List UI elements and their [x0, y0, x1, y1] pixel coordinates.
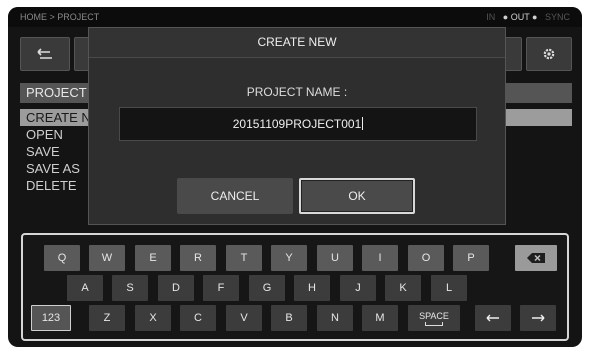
key-u[interactable]: U — [317, 245, 353, 271]
cancel-button[interactable]: CANCEL — [177, 178, 293, 214]
key-h[interactable]: H — [294, 275, 330, 301]
status-bar: HOME > PROJECT IN ● OUT ● SYNC — [8, 7, 582, 27]
in-indicator: IN — [486, 12, 496, 22]
dialog-title: CREATE NEW — [89, 28, 505, 58]
io-indicators: IN ● OUT ● SYNC — [486, 7, 570, 27]
arrow-right-icon — [532, 314, 545, 322]
space-bar-icon — [425, 321, 443, 326]
key-l[interactable]: L — [431, 275, 467, 301]
settings-button[interactable] — [526, 37, 572, 71]
key-o[interactable]: O — [408, 245, 444, 271]
camera-screen: HOME > PROJECT IN ● OUT ● SYNC PROJECT C… — [8, 7, 582, 347]
key-q[interactable]: Q — [44, 245, 80, 271]
sync-indicator: SYNC — [544, 12, 570, 22]
create-new-dialog: CREATE NEW PROJECT NAME : 20151109PROJEC… — [88, 27, 506, 225]
key-e[interactable]: E — [135, 245, 171, 271]
key-v[interactable]: V — [226, 305, 262, 331]
key-f[interactable]: F — [203, 275, 239, 301]
return-icon — [37, 48, 52, 59]
key-i[interactable]: I — [362, 245, 398, 271]
breadcrumb: HOME > PROJECT — [20, 12, 100, 22]
key-n[interactable]: N — [317, 305, 353, 331]
project-name-label: PROJECT NAME : — [246, 85, 348, 99]
space-label: SPACE — [419, 310, 449, 321]
key-z[interactable]: Z — [89, 305, 125, 331]
out-indicator: ● OUT ● — [502, 12, 538, 22]
cursor-left-key[interactable] — [475, 305, 511, 331]
key-a[interactable]: A — [67, 275, 103, 301]
arrow-left-icon — [486, 314, 499, 322]
gear-icon — [543, 48, 555, 60]
ok-button[interactable]: OK — [299, 178, 415, 214]
back-button[interactable] — [20, 37, 70, 71]
key-c[interactable]: C — [180, 305, 216, 331]
backspace-key[interactable] — [515, 245, 557, 271]
backspace-icon — [527, 253, 545, 263]
key-y[interactable]: Y — [271, 245, 307, 271]
space-key[interactable]: SPACE — [408, 305, 460, 331]
key-s[interactable]: S — [112, 275, 148, 301]
key-w[interactable]: W — [89, 245, 125, 271]
key-t[interactable]: T — [226, 245, 262, 271]
key-g[interactable]: G — [249, 275, 285, 301]
key-m[interactable]: M — [362, 305, 398, 331]
numeric-mode-key[interactable]: 123 — [31, 305, 71, 331]
key-j[interactable]: J — [340, 275, 376, 301]
key-r[interactable]: R — [180, 245, 216, 271]
text-cursor — [362, 117, 364, 130]
cursor-right-key[interactable] — [520, 305, 556, 331]
key-d[interactable]: D — [158, 275, 194, 301]
key-p[interactable]: P — [453, 245, 489, 271]
key-b[interactable]: B — [271, 305, 307, 331]
project-name-input[interactable]: 20151109PROJECT001 — [119, 107, 477, 141]
on-screen-keyboard: Q W E R T Y U I O P A S D F G H J K L 12… — [21, 233, 569, 341]
key-k[interactable]: K — [385, 275, 421, 301]
key-x[interactable]: X — [135, 305, 171, 331]
